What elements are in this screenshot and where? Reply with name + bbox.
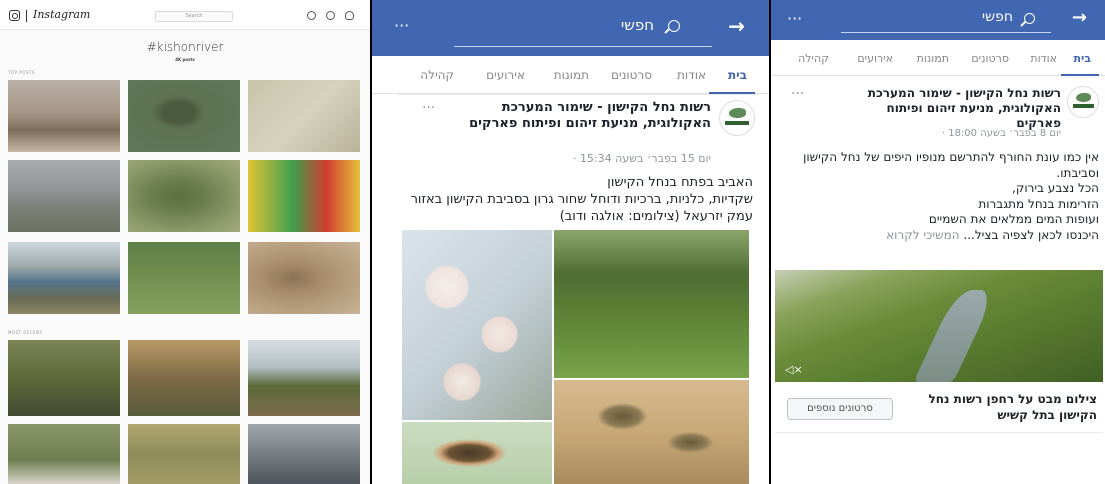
- post-thumbnail[interactable]: [248, 80, 360, 152]
- post-photo-bird[interactable]: [402, 422, 552, 484]
- tab-about[interactable]: אודות: [1030, 52, 1057, 65]
- post-thumbnail[interactable]: [248, 160, 360, 232]
- page-tabs: בית אודות סרטונים תמונות אירועים קהילה: [372, 56, 769, 94]
- most-recent-label: MOST RECENT: [8, 330, 43, 335]
- more-options-icon[interactable]: ···: [787, 9, 802, 28]
- post-thumbnail[interactable]: [128, 424, 240, 484]
- facebook-top-bar: ··· חפשי →: [372, 0, 769, 56]
- page-avatar[interactable]: [1067, 86, 1099, 118]
- post-thumbnail[interactable]: [248, 242, 360, 314]
- post-thumbnail[interactable]: [248, 424, 360, 484]
- tab-videos[interactable]: סרטונים: [971, 52, 1009, 65]
- search-input[interactable]: חפשי: [621, 16, 654, 34]
- hashtag-header: #kishonriver 4K posts: [0, 30, 370, 72]
- tab-events[interactable]: אירועים: [486, 68, 525, 82]
- camera-icon[interactable]: [9, 10, 20, 21]
- post-separator: [775, 432, 1103, 433]
- search-input[interactable]: Search: [155, 11, 233, 22]
- posts-count: 4K posts: [175, 57, 195, 62]
- profile-icon[interactable]: [345, 11, 354, 20]
- muted-audio-icon[interactable]: ◁×: [785, 363, 803, 376]
- search-icon: [668, 20, 680, 32]
- tab-about[interactable]: אודות: [677, 68, 706, 82]
- post-thumbnail[interactable]: [8, 160, 120, 232]
- page-tabs: בית אודות סרטונים תמונות אירועים קהילה: [771, 40, 1105, 76]
- tab-photos[interactable]: תמונות: [917, 52, 949, 65]
- tab-home[interactable]: בית: [728, 68, 747, 82]
- post-thumbnail[interactable]: [248, 340, 360, 416]
- tab-events[interactable]: אירועים: [857, 52, 893, 65]
- post-thumbnail[interactable]: [128, 340, 240, 416]
- instagram-hashtag-page: Instagram Search #kishonriver 4K posts T…: [0, 0, 370, 484]
- post-separator: [398, 94, 758, 95]
- hashtag-title: #kishonriver: [146, 40, 224, 54]
- facebook-page-post-1: ··· חפשי → בית אודות סרטונים תמונות אירו…: [372, 0, 769, 484]
- instagram-wordmark[interactable]: Instagram: [33, 8, 90, 21]
- post-menu-icon[interactable]: ···: [791, 86, 804, 102]
- post-photo-ducks[interactable]: [554, 380, 749, 484]
- tab-videos[interactable]: סרטונים: [611, 68, 652, 82]
- heart-icon[interactable]: [326, 11, 335, 20]
- instagram-top-bar: Instagram Search: [0, 0, 370, 30]
- search-underline: [454, 46, 712, 47]
- river-in-video: [913, 290, 997, 382]
- back-arrow-icon[interactable]: →: [1072, 7, 1087, 28]
- top-posts-label: TOP POSTS: [8, 70, 35, 75]
- post-timestamp[interactable]: יום 8 בפבר׳ בשעה 18:00 ·: [942, 128, 1061, 139]
- post-author[interactable]: רשות נחל הקישון - שימור המערכת האקולוגית…: [841, 86, 1061, 131]
- tab-community[interactable]: קהילה: [420, 68, 454, 82]
- video-caption[interactable]: צילום מבט על רחפן רשות נחל הקישון בתל קש…: [912, 392, 1097, 423]
- search-underline: [841, 32, 1051, 33]
- more-videos-button[interactable]: סרטונים נוספים: [787, 398, 893, 420]
- search-input[interactable]: חפשי: [982, 9, 1013, 25]
- explore-icon[interactable]: [307, 11, 316, 20]
- more-options-icon[interactable]: ···: [394, 16, 409, 35]
- facebook-top-bar: ··· חפשי →: [771, 0, 1105, 40]
- post-thumbnail[interactable]: [8, 340, 120, 416]
- tab-home[interactable]: בית: [1074, 52, 1091, 65]
- post-menu-icon[interactable]: ···: [422, 100, 435, 116]
- post-text: האביב בפתח בנחל הקישון שקדיות, כלניות, ב…: [410, 175, 753, 224]
- post-author[interactable]: רשות נחל הקישון - שימור המערכת האקולוגית…: [451, 100, 711, 133]
- post-thumbnail[interactable]: [128, 80, 240, 152]
- post-thumbnail[interactable]: [8, 80, 120, 152]
- tab-community[interactable]: קהילה: [798, 52, 829, 65]
- see-more-link[interactable]: המשיכי לקרוא: [886, 228, 959, 242]
- back-arrow-icon[interactable]: →: [728, 14, 745, 38]
- post-timestamp[interactable]: יום 15 בפבר׳ בשעה 15:34 ·: [573, 152, 711, 165]
- post-thumbnail[interactable]: [8, 424, 120, 484]
- post-video-drone-view[interactable]: ◁×: [775, 270, 1103, 382]
- post-photo-wildflower-field[interactable]: [554, 230, 749, 378]
- page-avatar[interactable]: [719, 100, 755, 136]
- post-photo-almond-blossoms[interactable]: [402, 230, 552, 420]
- tab-photos[interactable]: תמונות: [554, 68, 589, 82]
- logo-divider: [26, 10, 27, 22]
- post-thumbnail[interactable]: [8, 242, 120, 314]
- facebook-page-post-2: ··· חפשי → בית אודות סרטונים תמונות אירו…: [771, 0, 1105, 484]
- post-thumbnail[interactable]: [128, 242, 240, 314]
- active-tab-indicator: [1061, 74, 1099, 76]
- post-thumbnail[interactable]: [128, 160, 240, 232]
- search-icon: [1024, 13, 1035, 24]
- post-text: אין כמו עונת החורף להתרשם מנופיו היפים ש…: [777, 150, 1099, 244]
